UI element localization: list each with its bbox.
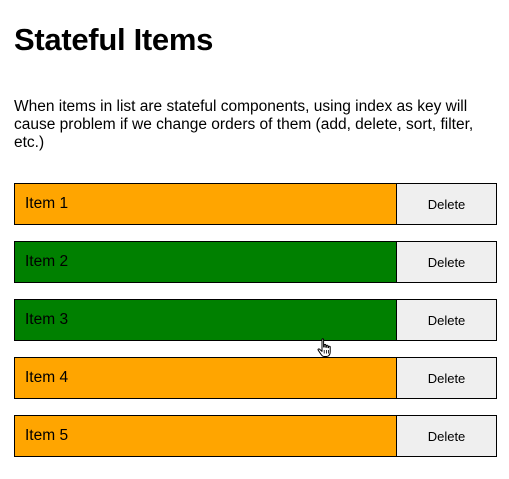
item-label: Item 3: [15, 300, 396, 340]
page-title: Stateful Items: [14, 22, 214, 57]
hand-pointer-icon: [317, 338, 331, 357]
page: Stateful Items When items in list are st…: [0, 0, 509, 479]
delete-button[interactable]: Delete: [396, 184, 496, 224]
item-label: Item 4: [15, 358, 396, 398]
item-label: Item 5: [15, 416, 396, 456]
delete-button[interactable]: Delete: [396, 300, 496, 340]
delete-button[interactable]: Delete: [396, 358, 496, 398]
delete-button[interactable]: Delete: [396, 242, 496, 282]
item-label: Item 1: [15, 184, 396, 224]
list-item[interactable]: Item 5 Delete: [14, 415, 497, 457]
item-label: Item 2: [15, 242, 396, 282]
item-list: Item 1 Delete Item 2 Delete Item 3 Delet…: [14, 183, 497, 473]
list-item[interactable]: Item 3 Delete: [14, 299, 497, 341]
list-item[interactable]: Item 2 Delete: [14, 241, 497, 283]
list-item[interactable]: Item 1 Delete: [14, 183, 497, 225]
list-item[interactable]: Item 4 Delete: [14, 357, 497, 399]
page-description: When items in list are stateful componen…: [14, 98, 474, 151]
delete-button[interactable]: Delete: [396, 416, 496, 456]
